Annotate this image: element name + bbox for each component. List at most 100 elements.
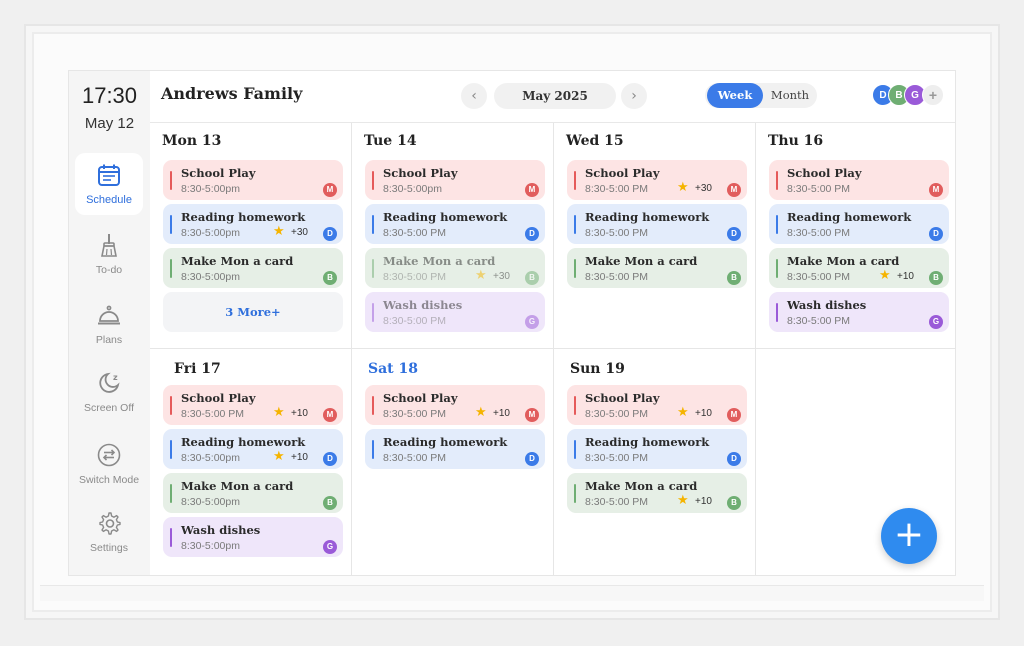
event-time: 8:30-5:00 PM xyxy=(383,452,447,464)
add-event-button[interactable]: + xyxy=(881,508,937,564)
sidebar-item-label: Settings xyxy=(90,542,128,554)
event-card[interactable]: Make Mon a card 8:30-5:00 PM B xyxy=(567,248,747,288)
event-card[interactable]: School Play 8:30-5:00 PM M xyxy=(769,160,949,200)
event-points: +10 xyxy=(695,408,712,419)
star-icon: ★ xyxy=(677,180,689,195)
event-title: Reading homework xyxy=(383,210,508,224)
event-points: +10 xyxy=(897,271,914,282)
member-badge: D xyxy=(727,452,741,466)
event-card[interactable]: School Play 8:30-5:00pm M xyxy=(365,160,545,200)
day-cell[interactable]: Sun 19 School Play 8:30-5:00 PM ★ +10 M Readin… xyxy=(554,349,756,575)
day-cell[interactable]: Wed 15 School Play 8:30-5:00 PM ★ +30 M Readin… xyxy=(554,123,756,349)
event-title: School Play xyxy=(181,391,256,405)
event-time: 8:30-5:00 PM xyxy=(787,227,851,239)
current-month[interactable]: May 2025 xyxy=(494,83,616,109)
sidebar-item-screen-off[interactable]: z Screen Off xyxy=(75,361,143,423)
event-card[interactable]: Reading homework 8:30-5:00 PM D xyxy=(567,429,747,469)
star-icon: ★ xyxy=(273,224,285,239)
event-card[interactable]: Make Mon a card 8:30-5:00 PM ★ +10 B xyxy=(567,473,747,513)
event-card[interactable]: Reading homework 8:30-5:00 PM D xyxy=(365,204,545,244)
day-title: Sat 18 xyxy=(368,361,419,377)
day-title: Tue 14 xyxy=(364,133,417,149)
event-color-bar xyxy=(574,215,576,234)
sidebar-item-settings[interactable]: Settings xyxy=(75,501,143,563)
event-color-bar xyxy=(170,484,172,503)
day-cell[interactable]: Thu 16 School Play 8:30-5:00 PM M Reading ho… xyxy=(756,123,955,349)
event-time: 8:30-5:00 PM xyxy=(383,227,447,239)
day-cell[interactable]: Tue 14 School Play 8:30-5:00pm M Reading hom… xyxy=(352,123,554,349)
event-card[interactable]: Make Mon a card 8:30-5:00pm B xyxy=(163,473,343,513)
prev-month-button[interactable]: ‹ xyxy=(461,83,487,109)
star-icon: ★ xyxy=(879,268,891,283)
month-view-button[interactable]: Month xyxy=(765,83,815,108)
event-points: +10 xyxy=(493,408,510,419)
event-color-bar xyxy=(776,171,778,190)
event-card[interactable]: School Play 8:30-5:00 PM ★ +10 M xyxy=(567,385,747,425)
event-time: 8:30-5:00 PM xyxy=(787,183,851,195)
event-card[interactable]: Make Mon a card 8:30-5:00 PM ★ +30 B xyxy=(365,248,545,288)
event-time: 8:30-5:00 PM xyxy=(383,408,447,420)
member-badge: D xyxy=(525,452,539,466)
event-title: Reading homework xyxy=(181,210,306,224)
member-badge: B xyxy=(727,271,741,285)
sidebar-item-plans[interactable]: Plans xyxy=(75,293,143,355)
next-month-button[interactable]: › xyxy=(621,83,647,109)
event-card[interactable]: Reading homework 8:30-5:00 PM D xyxy=(365,429,545,469)
event-title: Reading homework xyxy=(787,210,912,224)
star-icon: ★ xyxy=(273,449,285,464)
moon-icon: z xyxy=(99,372,120,393)
add-member-button[interactable]: + xyxy=(922,84,944,106)
clock-date: May 12 xyxy=(84,115,135,132)
member-badge: B xyxy=(525,271,539,285)
event-color-bar xyxy=(574,171,576,190)
event-time: 8:30-5:00 PM xyxy=(585,496,649,508)
event-card[interactable]: School Play 8:30-5:00 PM ★ +10 M xyxy=(365,385,545,425)
event-card[interactable]: Reading homework 8:30-5:00 PM D xyxy=(769,204,949,244)
event-title: School Play xyxy=(181,166,256,180)
event-title: Make Mon a card xyxy=(585,254,698,268)
day-cell[interactable]: Sat 18 School Play 8:30-5:00 PM ★ +10 M Readin… xyxy=(352,349,554,575)
family-title: Andrews Family xyxy=(161,84,303,103)
event-title: Wash dishes xyxy=(787,298,867,312)
day-cell[interactable]: Fri 17 School Play 8:30-5:00 PM ★ +10 M Readin… xyxy=(150,349,352,575)
member-badge: M xyxy=(525,408,539,422)
event-time: 8:30-5:00pm xyxy=(181,540,240,552)
member-badge: B xyxy=(323,271,337,285)
event-color-bar xyxy=(372,215,374,234)
event-title: Make Mon a card xyxy=(181,254,294,268)
event-time: 8:30-5:00 PM xyxy=(181,408,245,420)
event-card[interactable]: School Play 8:30-5:00 PM ★ +30 M xyxy=(567,160,747,200)
chevron-left-icon: ‹ xyxy=(471,88,477,104)
sidebar-item-switch-mode[interactable]: Switch Mode xyxy=(75,433,143,495)
event-card[interactable]: Wash dishes 8:30-5:00pm G xyxy=(163,517,343,557)
clock-time: 17:30 xyxy=(81,83,138,108)
more-events-button[interactable]: 3 More+ xyxy=(163,292,343,332)
chevron-right-icon: › xyxy=(631,88,637,104)
member-badge: M xyxy=(323,408,337,422)
event-title: Reading homework xyxy=(585,435,710,449)
event-time: 8:30-5:00 PM xyxy=(585,227,649,239)
event-card[interactable]: School Play 8:30-5:00pm M xyxy=(163,160,343,200)
member-badge: D xyxy=(323,227,337,241)
event-time: 8:30-5:00 PM xyxy=(585,452,649,464)
event-points: +30 xyxy=(291,227,308,238)
event-card[interactable]: Make Mon a card 8:30-5:00 PM ★ +10 B xyxy=(769,248,949,288)
event-card[interactable]: Wash dishes 8:30-5:00 PM G xyxy=(365,292,545,332)
event-card[interactable]: Reading homework 8:30-5:00pm ★ +30 D xyxy=(163,204,343,244)
event-time: 8:30-5:00pm xyxy=(181,496,240,508)
day-cell[interactable]: Mon 13 School Play 8:30-5:00pm M Reading hom… xyxy=(150,123,352,349)
event-card[interactable]: Make Mon a card 8:30-5:00pm B xyxy=(163,248,343,288)
event-color-bar xyxy=(776,259,778,278)
sidebar-item-todo[interactable]: To-do xyxy=(75,223,143,285)
event-card[interactable]: Reading homework 8:30-5:00 PM D xyxy=(567,204,747,244)
event-card[interactable]: Wash dishes 8:30-5:00 PM G xyxy=(769,292,949,332)
member-badge: G xyxy=(929,315,943,329)
event-card[interactable]: School Play 8:30-5:00 PM ★ +10 M xyxy=(163,385,343,425)
sidebar-item-schedule[interactable]: Schedule xyxy=(75,153,143,215)
gear-icon xyxy=(99,512,121,535)
event-color-bar xyxy=(574,484,576,503)
week-view-button[interactable]: Week xyxy=(707,83,763,108)
event-card[interactable]: Reading homework 8:30-5:00pm ★ +10 D xyxy=(163,429,343,469)
event-color-bar xyxy=(574,259,576,278)
event-title: Reading homework xyxy=(383,435,508,449)
